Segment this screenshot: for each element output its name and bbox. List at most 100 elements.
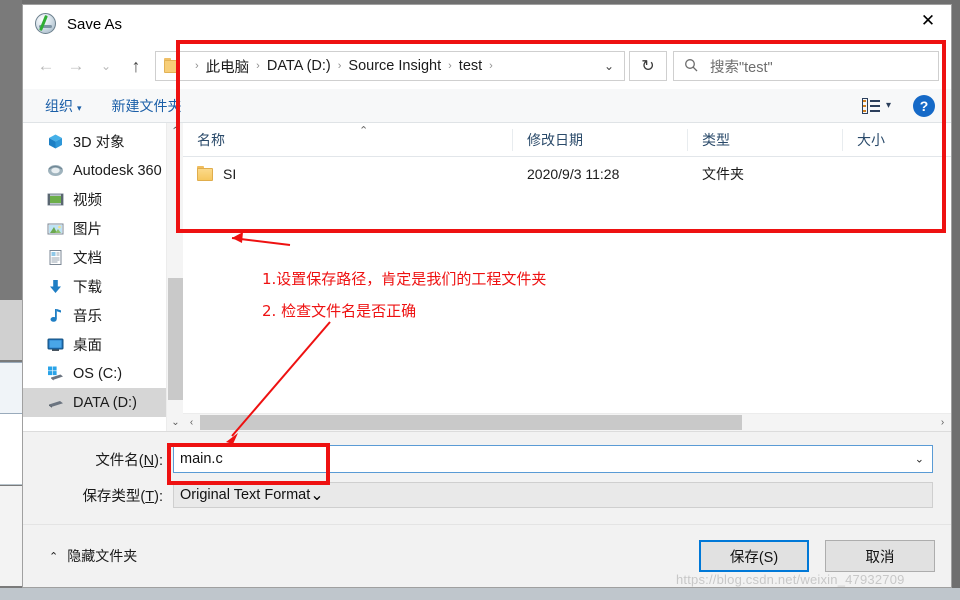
change-view-icon[interactable] <box>861 97 882 114</box>
column-header-date[interactable]: 修改日期 <box>513 128 688 151</box>
search-input[interactable]: 搜索"test" <box>673 51 939 81</box>
desktop-icon <box>47 336 64 353</box>
scroll-up-icon[interactable]: ⌃ <box>167 123 183 140</box>
save-button[interactable]: 保存(S) <box>699 540 809 572</box>
filename-row: 文件名(N): main.c ⌄ <box>23 444 951 474</box>
search-placeholder: 搜索"test" <box>710 59 773 76</box>
breadcrumb-item-2[interactable]: Source Insight <box>348 58 441 74</box>
breadcrumb-separator-2: › <box>337 60 342 72</box>
music-icon <box>47 307 64 324</box>
pictures-icon <box>47 220 64 237</box>
recent-locations-icon[interactable]: ⌄ <box>91 51 121 81</box>
sidebar-item-label: 3D 对象 <box>73 135 125 151</box>
folder-icon <box>164 57 180 73</box>
scroll-right-icon[interactable]: › <box>934 414 951 431</box>
3d-objects-icon <box>47 133 64 150</box>
title-bar: Save As ✕ <box>23 5 951 43</box>
filetype-value: Original Text Format <box>180 487 311 503</box>
cancel-button[interactable]: 取消 <box>825 540 935 572</box>
sidebar-item-desktop[interactable]: 桌面 <box>23 330 183 359</box>
filename-input[interactable]: main.c ⌄ <box>173 445 933 473</box>
file-rows: SI 2020/9/3 11:28 文件夹 <box>183 157 951 413</box>
breadcrumb-separator-1: › <box>256 60 260 72</box>
filetype-row: 保存类型(T): Original Text Format ⌄ <box>23 480 951 510</box>
file-list-horizontal-scrollbar[interactable]: ‹ › <box>183 413 951 431</box>
screenshot-root: Save As ✕ ← → ⌄ ↑ › 此电脑 › DATA (D:) › So… <box>0 0 960 600</box>
breadcrumb: › 此电脑 › DATA (D:) › Source Insight › tes… <box>188 56 594 77</box>
refresh-icon[interactable]: ↻ <box>629 51 667 81</box>
background-window-strip-3 <box>0 414 22 485</box>
navigation-pane-scrollbar[interactable]: ⌃ ⌄ <box>166 123 183 431</box>
view-dropdown-icon[interactable]: ▾ <box>886 100 891 111</box>
background-window-strip-4 <box>0 486 22 586</box>
new-folder-button[interactable]: 新建文件夹 <box>112 96 182 116</box>
sort-ascending-icon: ⌃ <box>359 125 369 137</box>
organize-label: 组织 <box>45 97 73 114</box>
file-list-pane: 名称 修改日期 类型 大小 ⌃ SI 2020/9/3 11:28 文件夹 ‹ … <box>183 123 951 431</box>
breadcrumb-item-0[interactable]: 此电脑 <box>206 56 250 77</box>
breadcrumb-separator-4: › <box>489 60 493 72</box>
cell-type: 文件夹 <box>702 165 744 182</box>
downloads-icon <box>47 278 64 295</box>
desktop-backdrop-bottom <box>0 588 960 600</box>
breadcrumb-item-3[interactable]: test <box>459 58 482 74</box>
navigation-pane: 3D 对象 Autodesk 360 视频 图片 文档 下载 音乐 桌面 OS … <box>23 123 183 431</box>
breadcrumb-separator-3: › <box>448 60 452 72</box>
up-icon[interactable]: ↑ <box>121 51 151 81</box>
save-form: 文件名(N): main.c ⌄ 保存类型(T): Original Text … <box>23 431 951 524</box>
filename-value: main.c <box>180 451 223 467</box>
organize-button[interactable]: 组织 ▾ <box>45 96 82 116</box>
sidebar-item-os-c[interactable]: OS (C:) <box>23 359 183 388</box>
help-button[interactable]: ? <box>913 94 935 117</box>
column-header-size[interactable]: 大小 <box>843 129 933 151</box>
sidebar-item-documents[interactable]: 文档 <box>23 243 183 272</box>
videos-icon <box>47 191 64 208</box>
command-bar: 组织 ▾ 新建文件夹 ▾ ? <box>23 89 951 123</box>
sidebar-item-label: 文档 <box>73 251 102 267</box>
sidebar-item-pictures[interactable]: 图片 <box>23 214 183 243</box>
background-window-strip-1 <box>0 300 22 360</box>
sidebar-item-videos[interactable]: 视频 <box>23 185 183 214</box>
filetype-label: 保存类型(T): <box>82 488 163 505</box>
hide-folders-button[interactable]: ⌃ 隐藏文件夹 <box>49 546 137 566</box>
chevron-down-icon[interactable]: ⌄ <box>915 453 924 466</box>
filename-label: 文件名(N): <box>95 452 163 469</box>
back-icon[interactable]: ← <box>31 51 61 81</box>
windows-drive-icon <box>47 365 64 382</box>
scrollbar-thumb[interactable] <box>200 415 742 430</box>
chevron-up-icon: ⌃ <box>49 550 59 563</box>
column-header-type[interactable]: 类型 <box>688 128 843 151</box>
watermark: https://blog.csdn.net/weixin_47932709 <box>676 572 905 587</box>
sidebar-item-autodesk-360[interactable]: Autodesk 360 <box>23 156 183 185</box>
autodesk-icon <box>47 162 64 179</box>
sidebar-item-downloads[interactable]: 下载 <box>23 272 183 301</box>
sidebar-item-music[interactable]: 音乐 <box>23 301 183 330</box>
table-row[interactable]: SI 2020/9/3 11:28 文件夹 <box>183 157 951 190</box>
documents-icon <box>47 249 64 266</box>
file-name: SI <box>223 165 237 182</box>
close-icon[interactable]: ✕ <box>905 5 951 37</box>
sidebar-item-data-d[interactable]: DATA (D:) <box>23 388 183 417</box>
sidebar-item-label: Autodesk 360 <box>73 162 162 179</box>
chevron-down-icon[interactable]: ⌄ <box>594 59 624 73</box>
address-bar: ← → ⌄ ↑ › 此电脑 › DATA (D:) › Source Insig… <box>23 43 951 89</box>
breadcrumb-bar[interactable]: › 此电脑 › DATA (D:) › Source Insight › tes… <box>155 51 625 81</box>
dialog-body: 3D 对象 Autodesk 360 视频 图片 文档 下载 音乐 桌面 OS … <box>23 123 951 431</box>
chevron-down-icon[interactable]: ⌄ <box>310 485 323 505</box>
save-as-dialog: Save As ✕ ← → ⌄ ↑ › 此电脑 › DATA (D:) › So… <box>22 4 952 588</box>
column-header-name[interactable]: 名称 <box>183 128 513 151</box>
forward-icon[interactable]: → <box>61 51 91 81</box>
sidebar-item-label: 音乐 <box>73 309 102 325</box>
sidebar-item-3d-objects[interactable]: 3D 对象 <box>23 127 183 156</box>
breadcrumb-item-1[interactable]: DATA (D:) <box>267 58 331 74</box>
scrollbar-thumb[interactable] <box>168 278 183 400</box>
filetype-select[interactable]: Original Text Format ⌄ <box>173 482 933 508</box>
column-headers: 名称 修改日期 类型 大小 ⌃ <box>183 123 951 157</box>
scroll-down-icon[interactable]: ⌄ <box>167 414 183 431</box>
scroll-left-icon[interactable]: ‹ <box>183 414 200 431</box>
folder-icon <box>197 165 214 181</box>
sidebar-item-label: 桌面 <box>73 338 102 354</box>
cell-date: 2020/9/3 11:28 <box>527 165 620 182</box>
background-window-strip-2 <box>0 362 22 414</box>
chevron-down-icon: ▾ <box>77 102 82 113</box>
